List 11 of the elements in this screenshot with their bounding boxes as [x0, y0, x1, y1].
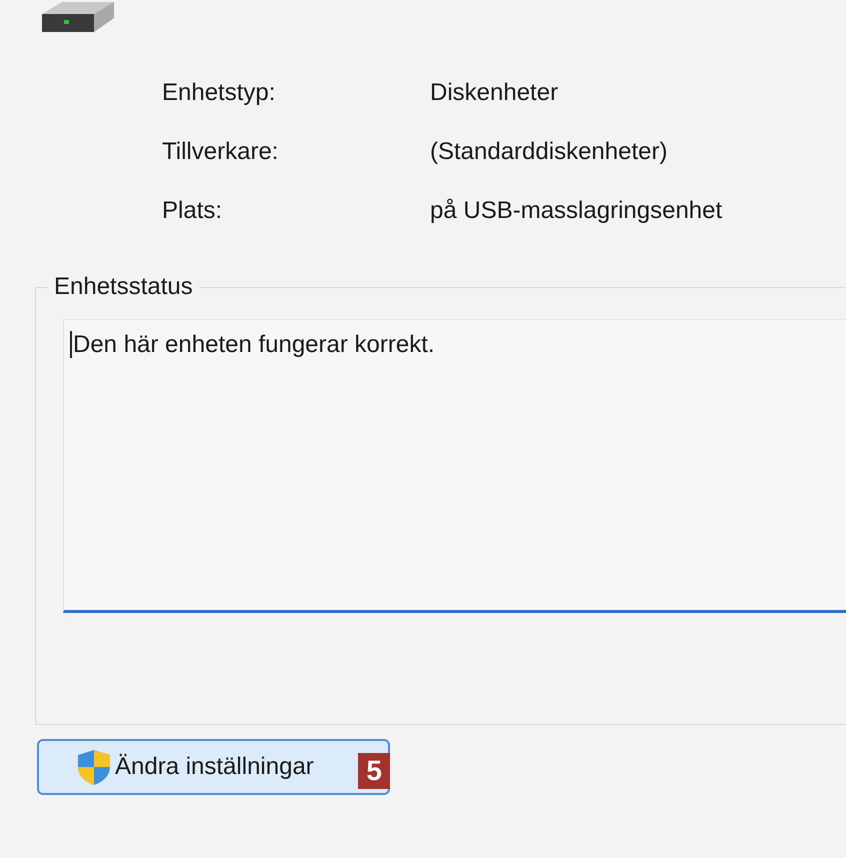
property-value: på USB-masslagringsenhet: [430, 196, 724, 225]
property-label: Plats:: [162, 196, 224, 225]
property-label: Enhetstyp:: [162, 78, 276, 107]
change-settings-button[interactable]: Ändra inställningar 5: [37, 739, 390, 795]
property-label: Tillverkare:: [162, 137, 280, 166]
status-text-area[interactable]: Den här enheten fungerar korrekt.: [63, 319, 846, 613]
status-text: Den här enheten fungerar korrekt.: [70, 331, 435, 358]
shield-icon: [75, 748, 113, 786]
property-value: Diskenheter: [430, 78, 560, 107]
property-value: (Standarddiskenheter): [430, 137, 668, 166]
step-badge: 5: [358, 753, 390, 789]
